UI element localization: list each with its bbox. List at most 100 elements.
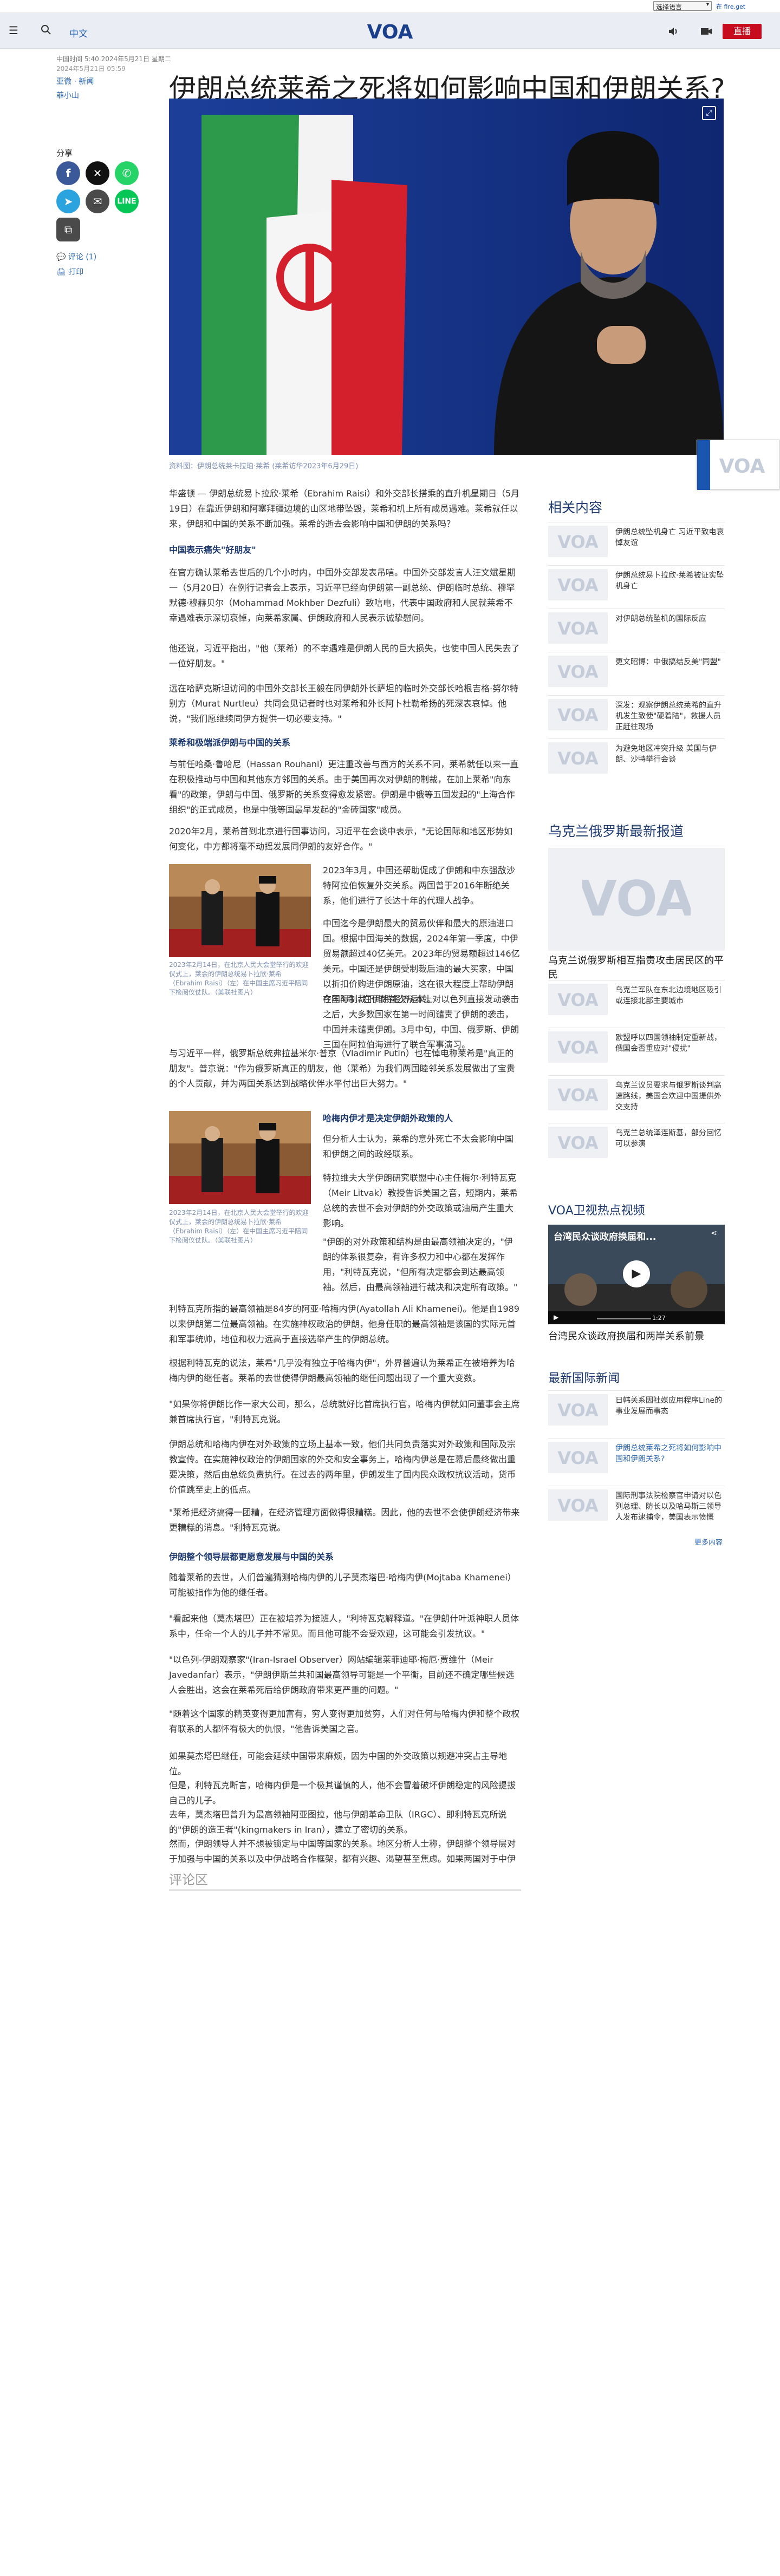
ukraine-headline[interactable]: 乌克兰军队在东北边境地区吸引或连接北部主要城市 (615, 985, 725, 1006)
related-item[interactable]: VOA 对伊朗总统坠机的国际反应 (548, 609, 725, 644)
search-icon[interactable] (40, 24, 52, 36)
video-icon[interactable] (700, 25, 713, 38)
email-icon[interactable]: ✉ (86, 189, 109, 213)
svg-text:VOA: VOA (557, 1448, 599, 1468)
svg-text:VOA: VOA (557, 532, 599, 552)
floating-audio-badge[interactable]: VOA (697, 440, 780, 490)
paragraph-11: 但分析人士认为，莱希的意外死亡不太会影响中国和伊朗之间的政经联系。 (323, 1134, 514, 1159)
related-headline[interactable]: 深发：观察伊朗总统莱希的直升机发生致使"硬着陆"，救援人员正赶往现场 (615, 700, 725, 733)
inline-image-2 (169, 1111, 311, 1204)
paragraph-26: 然而，伊朗领导人并不想被锁定与中国等国家的关系。地区分析人士称，伊朗整个领导层对… (169, 1839, 516, 1864)
intl-headline[interactable]: 国际刑事法院检察官申请对以色列总理、防长以及哈马斯三领导人发布逮捕令，美国表示愤… (615, 1490, 725, 1523)
inline-image-1 (169, 864, 311, 957)
comment-link[interactable]: 💬 评论 (1) (56, 251, 96, 262)
voa-logo[interactable]: VOA (361, 21, 419, 43)
inline-image-2-caption: 2023年2月14日，在北京人民大会堂举行的欢迎仪式上，莱会的伊朗总统易卜拉欣·… (169, 1209, 309, 1244)
byline-author-2[interactable]: 菲小山 (56, 90, 79, 101)
video-player[interactable]: 台湾民众谈政府换届和... ⋖ ▶ ▶ 1:27 (548, 1225, 725, 1324)
share-label: 分享 (56, 148, 73, 158)
related-headline[interactable]: 为避免地区冲突升级 美国与伊朗、沙特举行会谈 (615, 743, 725, 765)
paragraph-6: 2020年2月，莱希首到北京进行国事访问，习近平在会谈中表示，"无论国际和地区形… (169, 826, 513, 852)
intl-headline[interactable]: 伊朗总统莱希之死将如何影响中国和伊朗关系? (615, 1443, 725, 1464)
ukraine-item[interactable]: VOA 乌克兰军队在东北边境地区吸引或连接北部主要城市 (548, 980, 725, 1015)
play-small-icon[interactable]: ▶ (554, 1313, 558, 1321)
subheading-1: 中国表示痛失"好朋友" (169, 545, 256, 555)
intl-item[interactable]: VOA 伊朗总统莱希之死将如何影响中国和伊朗关系? (548, 1438, 725, 1473)
related-item[interactable]: VOA 伊朗总统易卜拉欣·莱希被证实坠机身亡 (548, 565, 725, 600)
intl-item[interactable]: VOA 日韩关系因社媒应用程序Line的事业发展而事态 (548, 1390, 725, 1426)
ukraine-item[interactable]: VOA 乌克兰议员要求与俄罗斯谈判高速路线，美国会欢迎中国提供外交支持 (548, 1075, 725, 1113)
video-caption[interactable]: 台湾民众谈政府换届和两岸关系前景 (548, 1330, 725, 1344)
paragraph-1: 华盛顿 — 伊朗总统易卜拉欣·莱希（Ebrahim Raisi）和外交部长搭乘的… (169, 488, 520, 529)
comments-section-title: 评论区 (169, 1869, 521, 1891)
ukraine-item[interactable]: VOA 乌克兰总统泽连斯基，部分回忆可以参演 (548, 1123, 725, 1158)
ukraine-headline[interactable]: 乌克兰议员要求与俄罗斯谈判高速路线，美国会欢迎中国提供外交支持 (615, 1080, 725, 1113)
video-overlay-title: 台湾民众谈政府换届和... (554, 1232, 656, 1243)
related-thumbnail[interactable]: VOA (548, 526, 608, 557)
telegram-icon[interactable]: ➤ (56, 189, 80, 213)
print-icon: 🖨 (56, 268, 69, 277)
intl-item[interactable]: VOA 国际刑事法院检察官申请对以色列总理、防长以及哈马斯三领导人发布逮捕令，美国… (548, 1486, 725, 1523)
menu-icon[interactable]: ☰ (9, 24, 18, 37)
paragraph-15: 根据利特瓦克的说法，莱希"几乎没有独立于哈梅内伊"，外界普遍认为莱希正在被培养为… (169, 1358, 515, 1383)
ukraine-thumbnail[interactable]: VOA (548, 984, 608, 1015)
svg-text:VOA: VOA (582, 872, 691, 926)
ukraine-thumbnail[interactable]: VOA (548, 1127, 608, 1158)
live-button[interactable]: 直播 (723, 24, 762, 39)
related-item[interactable]: VOA 伊朗总统坠机身亡 习近平致电哀悼友谊 (548, 522, 725, 557)
paragraph-17: 伊朗总统和哈梅内伊在对外政策的立场上基本一致，他们共同负责落实对外政策和国际及宗… (169, 1439, 516, 1495)
ukraine-feature-headline[interactable]: 乌克兰说俄罗斯相互指责攻击居民区的平民 (548, 954, 725, 982)
ukraine-headline[interactable]: 乌克兰总统泽连斯基，部分回忆可以参演 (615, 1128, 725, 1149)
whatsapp-icon[interactable]: ✆ (115, 161, 139, 185)
nav-language[interactable]: 中文 (69, 26, 88, 40)
badge-logo: VOA (718, 451, 766, 478)
intl-headline[interactable]: 日韩关系因社媒应用程序Line的事业发展而事态 (615, 1395, 725, 1417)
svg-text:VOA: VOA (557, 705, 599, 725)
ukraine-feature-image[interactable]: VOA (548, 848, 725, 951)
related-thumbnail[interactable]: VOA (548, 742, 608, 774)
more-link[interactable]: 更多内容 (694, 1537, 723, 1547)
related-item[interactable]: VOA 深发：观察伊朗总统莱希的直升机发生致使"硬着陆"，救援人员正赶往现场 (548, 695, 725, 733)
related-thumbnail[interactable]: VOA (548, 699, 608, 730)
related-headline[interactable]: 更文昭博：中俄搞结反美"同盟" (615, 657, 725, 668)
ukraine-headline[interactable]: 欧盟呼以四国领袖制定重新战，俄国会否重应对"侵扰" (615, 1032, 725, 1054)
line-icon[interactable]: LINE (115, 189, 139, 213)
paragraph-10: 与习近平一样，俄罗斯总统弗拉基米尔·普京（Vladimir Putin）也在悼电… (169, 1048, 515, 1089)
ukraine-thumbnail[interactable]: VOA (548, 1031, 608, 1063)
related-headline[interactable]: 伊朗总统易卜拉欣·莱希被证实坠机身亡 (615, 570, 725, 592)
expand-icon[interactable]: ⤢ (702, 106, 716, 120)
facebook-icon[interactable]: f (56, 161, 80, 185)
copy-link-icon[interactable]: ⧉ (56, 218, 80, 241)
x-icon[interactable]: ✕ (86, 161, 109, 185)
share-video-icon[interactable]: ⋖ (711, 1229, 717, 1238)
chevron-down-icon: ▾ (706, 2, 709, 8)
video-progress-track[interactable] (597, 1318, 651, 1319)
intl-thumbnail[interactable]: VOA (548, 1394, 608, 1426)
print-link[interactable]: 🖨 打印 (56, 266, 83, 277)
paragraph-7: 2023年3月，中国还帮助促成了伊朗和中东强敌沙特阿拉伯恢复外交关系。两国曾于2… (323, 865, 515, 906)
paragraph-20: "看起来他（莫杰塔巴）正在被培养为接班人，"利特瓦克解释道。"在伊朗什叶派神职人… (169, 1613, 519, 1639)
related-item[interactable]: VOA 更文昭博：中俄搞结反美"同盟" (548, 652, 725, 687)
related-headline[interactable]: 伊朗总统坠机身亡 习近平致电哀悼友谊 (615, 527, 725, 548)
byline-author[interactable]: 亚微 · 新闻 (56, 76, 94, 87)
language-select[interactable]: 选择语言 ▾ (653, 1, 712, 11)
ukraine-item[interactable]: VOA 欧盟呼以四国领袖制定重新战，俄国会否重应对"侵扰" (548, 1028, 725, 1063)
svg-text:VOA: VOA (557, 662, 599, 682)
related-item[interactable]: VOA 为避免地区冲突升级 美国与伊朗、沙特举行会谈 (548, 738, 725, 774)
paragraph-4: 远在哈萨克斯坦访问的中国外交部长王毅在同伊朗外长萨坦的临时外交部长哈根吉格·努尔… (169, 683, 519, 724)
audio-icon[interactable] (667, 25, 680, 38)
related-thumbnail[interactable]: VOA (548, 612, 608, 644)
related-headline[interactable]: 对伊朗总统坠机的国际反应 (615, 613, 725, 624)
related-thumbnail[interactable]: VOA (548, 656, 608, 687)
intl-thumbnail[interactable]: VOA (548, 1442, 608, 1473)
play-icon[interactable]: ▶ (623, 1260, 650, 1287)
svg-text:VOA: VOA (557, 575, 599, 596)
paragraph-21: "以色列-伊朗观察家"(Iran-Israel Observer）网站编辑莱菲迪… (169, 1655, 515, 1695)
keyboard-link[interactable]: 在 fire.get (716, 2, 745, 11)
intl-thumbnail[interactable]: VOA (548, 1489, 608, 1521)
ukraine-thumbnail[interactable]: VOA (548, 1079, 608, 1110)
svg-text:VOA: VOA (557, 1133, 599, 1153)
video-title: VOA卫视热点视频 (548, 1204, 645, 1218)
related-thumbnail[interactable]: VOA (548, 569, 608, 600)
ukraine-title: 乌克兰俄罗斯最新报道 (548, 823, 684, 839)
